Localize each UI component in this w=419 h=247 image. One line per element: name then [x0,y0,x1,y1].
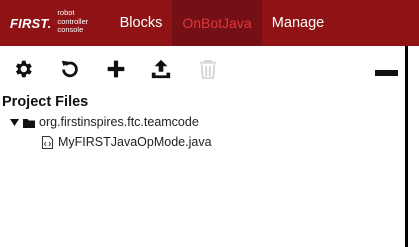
folder-icon [23,117,35,128]
upload-icon [151,59,171,79]
plus-icon [107,60,125,78]
tab-manage[interactable]: Manage [262,0,334,46]
brand-tagline-line: console [57,25,84,35]
tree-file-node[interactable]: MyFIRSTJavaOpMode.java [42,134,212,150]
undo-icon [61,60,78,78]
first-logo[interactable]: FIRST. robot controller console [0,0,110,46]
add-file-button[interactable] [104,57,128,81]
package-label: org.firstinspires.ftc.teamcode [39,115,199,129]
tree-package-node[interactable]: org.firstinspires.ftc.teamcode [9,114,199,130]
file-label: MyFIRSTJavaOpMode.java [58,135,212,149]
collapse-panel-button[interactable] [375,70,398,76]
settings-button[interactable] [11,57,35,81]
undo-button[interactable] [58,57,82,81]
brand-tagline: robot controller console [57,9,88,35]
trash-icon [199,60,217,79]
project-files-title: Project Files [2,94,89,110]
caret-down-icon[interactable] [9,117,19,127]
tab-onbotjava[interactable]: OnBotJava [172,0,262,46]
brand-name: FIRST. [10,15,52,31]
tab-blocks[interactable]: Blocks [110,0,172,46]
gear-icon [15,60,32,78]
panel-splitter[interactable] [405,46,408,247]
top-navigation-bar: FIRST. robot controller console Blocks O… [0,0,419,46]
upload-button[interactable] [149,57,173,81]
file-toolbar [0,46,404,92]
delete-button[interactable] [196,57,220,81]
java-file-icon [42,135,53,149]
